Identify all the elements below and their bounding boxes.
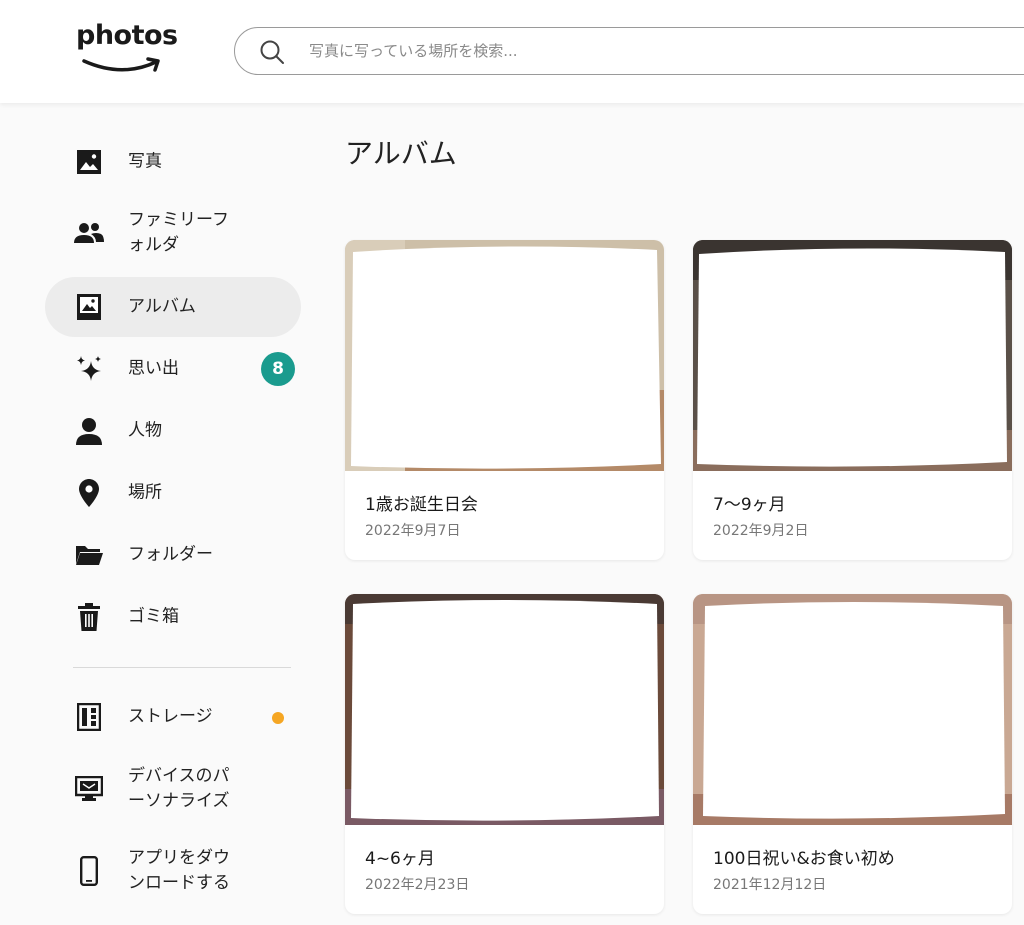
location-pin-icon xyxy=(73,477,105,509)
page-title: アルバム xyxy=(345,137,457,170)
sidebar-item-label: アルバム xyxy=(128,296,196,317)
album-title: 1歳お誕生日会 xyxy=(365,495,478,515)
storage-icon xyxy=(73,701,105,733)
smile-arrow-icon xyxy=(82,57,160,72)
sidebar-item-photos[interactable]: 写真 xyxy=(45,132,301,192)
sidebar-nav: 写真 ファミリーフ ォルダ アルバム 思い出 8 人物 場所 フォルダー ゴミ箱… xyxy=(0,103,320,925)
logo-text: photos xyxy=(76,20,178,51)
sidebar-item-label: 人物 xyxy=(128,420,162,441)
album-card[interactable]: 7〜9ヶ月 2022年9月2日 xyxy=(693,240,1012,560)
album-date: 2022年9月2日 xyxy=(713,523,809,539)
phone-icon xyxy=(73,855,105,887)
search-input[interactable] xyxy=(309,28,1009,74)
sidebar-item-label: アプリをダウ ンロードする xyxy=(128,848,230,893)
sidebar-item-label: フォルダー xyxy=(128,544,213,565)
photos-logo[interactable]: photos xyxy=(76,20,178,80)
sidebar-item-label: デバイスのパ ーソナライズ xyxy=(128,766,230,811)
sidebar-item-label: ファミリーフ ォルダ xyxy=(128,210,229,255)
album-thumbnail xyxy=(693,240,1012,471)
sidebar-item-label: ゴミ箱 xyxy=(128,606,179,627)
monitor-icon xyxy=(73,773,105,805)
album-thumbnail xyxy=(693,594,1012,825)
trash-icon xyxy=(73,601,105,633)
album-card[interactable]: 1歳お誕生日会 2022年9月7日 xyxy=(345,240,664,560)
sidebar-item-memories[interactable]: 思い出 8 xyxy=(45,339,301,399)
search-icon[interactable] xyxy=(259,39,285,65)
memories-count-badge: 8 xyxy=(261,352,295,386)
album-icon xyxy=(73,291,105,323)
sidebar-item-storage[interactable]: ストレージ xyxy=(45,687,301,747)
sidebar-item-download-app[interactable]: アプリをダウ ンロードする xyxy=(45,841,301,901)
search-bar[interactable] xyxy=(234,27,1024,75)
sidebar-item-personalize-device[interactable]: デバイスのパ ーソナライズ xyxy=(45,759,301,819)
sidebar-item-trash[interactable]: ゴミ箱 xyxy=(45,587,301,647)
album-date: 2022年2月23日 xyxy=(365,877,470,893)
sparkle-icon xyxy=(73,353,105,385)
album-card[interactable]: 100日祝い&お食い初め 2021年12月12日 xyxy=(693,594,1012,914)
album-card[interactable]: 4~6ヶ月 2022年2月23日 xyxy=(345,594,664,914)
top-header: photos xyxy=(0,0,1024,103)
folder-icon xyxy=(73,539,105,571)
sidebar-item-album[interactable]: アルバム xyxy=(45,277,301,337)
sidebar-item-label: 場所 xyxy=(128,482,162,503)
album-title: 100日祝い&お食い初め xyxy=(713,849,895,869)
family-icon xyxy=(73,217,105,249)
sidebar-item-people[interactable]: 人物 xyxy=(45,401,301,461)
sidebar-divider xyxy=(73,667,291,668)
album-title: 4~6ヶ月 xyxy=(365,849,435,869)
photo-icon xyxy=(73,146,105,178)
album-date: 2022年9月7日 xyxy=(365,523,461,539)
sidebar-item-label: ストレージ xyxy=(128,706,213,727)
storage-status-dot xyxy=(272,712,284,724)
sidebar-item-family-folder[interactable]: ファミリーフ ォルダ xyxy=(45,203,301,263)
album-title: 7〜9ヶ月 xyxy=(713,495,786,515)
album-thumbnail xyxy=(345,594,664,825)
album-date: 2021年12月12日 xyxy=(713,877,827,893)
person-icon xyxy=(73,415,105,447)
sidebar-item-label: 写真 xyxy=(128,151,162,172)
sidebar-item-places[interactable]: 場所 xyxy=(45,463,301,523)
sidebar-item-folders[interactable]: フォルダー xyxy=(45,525,301,585)
album-thumbnail xyxy=(345,240,664,471)
sidebar-item-label: 思い出 xyxy=(128,358,179,379)
